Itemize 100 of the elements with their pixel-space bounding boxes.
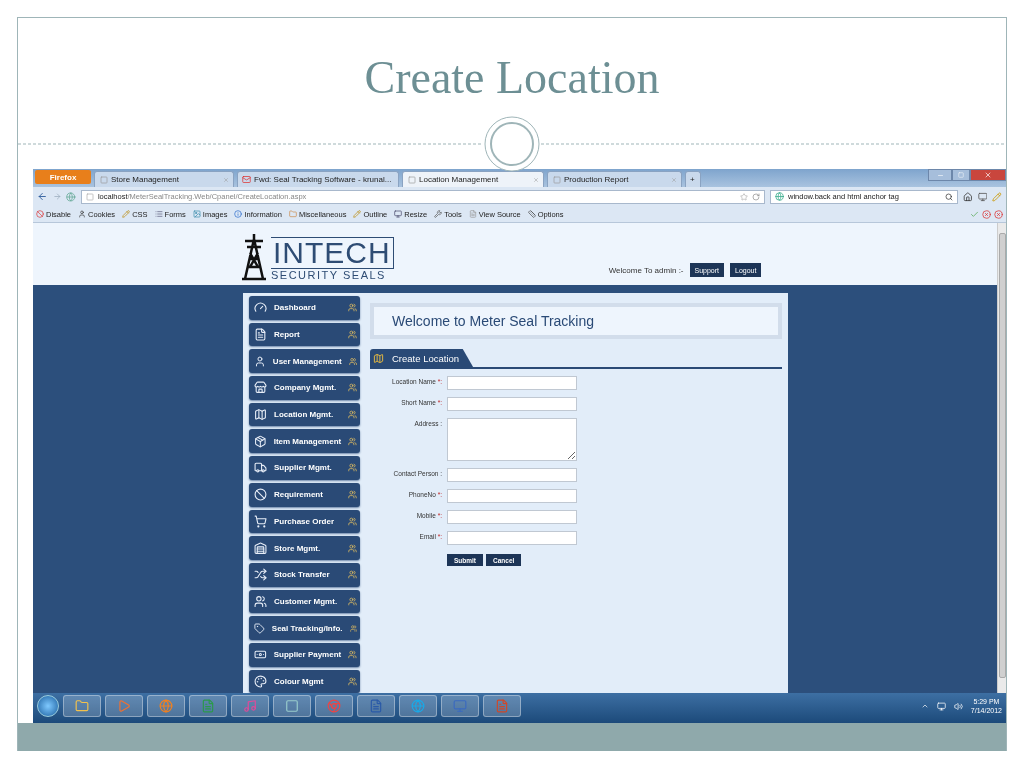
menu-item[interactable]: Location Mgmt. bbox=[249, 402, 360, 427]
taskbar-button[interactable] bbox=[105, 695, 143, 717]
store-icon bbox=[254, 381, 267, 395]
folder-icon bbox=[288, 210, 297, 218]
users-icon bbox=[348, 596, 357, 606]
home-icon[interactable] bbox=[963, 191, 973, 202]
close-icon[interactable] bbox=[533, 176, 539, 183]
taskbar-button[interactable] bbox=[63, 695, 101, 717]
menu-item[interactable]: Customer Mgmt. bbox=[249, 589, 360, 614]
tower-icon bbox=[241, 233, 267, 281]
input-field[interactable] bbox=[447, 376, 577, 390]
users-icon bbox=[348, 410, 357, 420]
chevron-icon[interactable] bbox=[920, 702, 929, 710]
computer-icon bbox=[453, 699, 467, 713]
input-field[interactable] bbox=[447, 531, 577, 545]
start-button[interactable] bbox=[37, 695, 59, 717]
browser-tab[interactable]: Fwd: Seal Tracking Software - krunal... bbox=[237, 171, 399, 187]
taskbar-button[interactable] bbox=[399, 695, 437, 717]
map-icon bbox=[373, 352, 384, 364]
disable-icon bbox=[36, 210, 44, 218]
reload-icon[interactable] bbox=[751, 192, 760, 201]
slide-title: Create Location bbox=[364, 52, 660, 104]
monitor-icon[interactable] bbox=[977, 191, 988, 202]
address-field[interactable] bbox=[447, 418, 577, 461]
welcome-banner: Welcome to Meter Seal Tracking bbox=[370, 303, 782, 339]
document-icon bbox=[468, 210, 477, 218]
menu-item[interactable]: User Management bbox=[249, 349, 360, 374]
wrench-icon bbox=[434, 210, 443, 218]
users-icon bbox=[348, 650, 357, 660]
pencil-icon bbox=[353, 210, 362, 218]
gauge-icon bbox=[254, 301, 267, 315]
input-field[interactable] bbox=[447, 489, 577, 503]
taskbar-button[interactable] bbox=[273, 695, 311, 717]
palette-icon bbox=[254, 674, 267, 688]
menu-item[interactable]: Store Mgmt. bbox=[249, 536, 360, 560]
users-icon bbox=[348, 570, 357, 580]
users-icon bbox=[348, 330, 357, 340]
input-field[interactable] bbox=[447, 510, 577, 524]
menu-item[interactable]: Purchase Order bbox=[249, 509, 360, 534]
minimize-button[interactable] bbox=[928, 169, 952, 181]
scrollbar[interactable] bbox=[997, 223, 1006, 693]
menu-item[interactable]: Company Mgmt. bbox=[249, 376, 360, 400]
slashed-circle-icon bbox=[254, 488, 267, 502]
welcome-text: Welcome To admin :- bbox=[608, 266, 684, 275]
menu-item[interactable]: Dashboard bbox=[249, 296, 360, 320]
logo-name: INTECH bbox=[271, 237, 394, 269]
menu-item[interactable]: Report bbox=[249, 322, 360, 347]
menu-item[interactable]: Seal Tracking/Info. bbox=[249, 616, 360, 640]
cart-icon bbox=[254, 514, 267, 528]
user-icon bbox=[78, 210, 86, 218]
new-tab-button[interactable]: + bbox=[685, 171, 701, 187]
users-icon bbox=[348, 676, 357, 686]
forward-icon[interactable] bbox=[52, 192, 62, 201]
globe-icon bbox=[774, 192, 784, 201]
taskbar-button[interactable] bbox=[357, 695, 395, 717]
monitor-icon bbox=[394, 210, 403, 218]
users-icon bbox=[348, 543, 357, 553]
taskbar-button[interactable] bbox=[189, 695, 227, 717]
check-icon bbox=[970, 209, 979, 219]
list-icon bbox=[154, 210, 163, 218]
info-icon bbox=[234, 210, 243, 218]
taskbar-button[interactable] bbox=[231, 695, 269, 717]
menu-item[interactable]: Supplier Mgmt. bbox=[249, 456, 360, 480]
browser-tab[interactable]: Location Management bbox=[402, 171, 544, 187]
close-icon[interactable] bbox=[223, 176, 229, 183]
error-icon bbox=[982, 209, 991, 219]
globe-icon[interactable] bbox=[66, 191, 76, 202]
arrows-icon bbox=[254, 568, 267, 582]
search-icon[interactable] bbox=[945, 192, 954, 201]
pencil-icon bbox=[122, 210, 131, 218]
input-field[interactable] bbox=[447, 468, 577, 482]
maximize-button[interactable] bbox=[952, 169, 970, 181]
circle-ornament bbox=[483, 115, 541, 173]
users-icon bbox=[254, 594, 267, 608]
page-icon bbox=[85, 192, 94, 201]
folder-icon bbox=[75, 699, 89, 713]
taskbar-button[interactable] bbox=[315, 695, 353, 717]
users-icon bbox=[348, 303, 357, 313]
pencil-icon[interactable] bbox=[992, 191, 1002, 202]
user-icon bbox=[254, 354, 266, 368]
menu-item[interactable]: Requirement bbox=[249, 482, 360, 507]
taskbar-button[interactable] bbox=[147, 695, 185, 717]
browser-tab[interactable]: Production Report bbox=[547, 171, 682, 187]
document-icon bbox=[254, 328, 267, 342]
menu-item[interactable]: Colour Mgmt bbox=[249, 669, 360, 693]
taskbar-button[interactable] bbox=[441, 695, 479, 717]
menu-item[interactable]: Stock Transfer bbox=[249, 562, 360, 587]
close-button[interactable] bbox=[970, 169, 1006, 181]
back-icon[interactable] bbox=[37, 191, 48, 202]
package-icon bbox=[254, 434, 267, 448]
error-icon bbox=[994, 209, 1003, 219]
browser-tab[interactable]: Store Management bbox=[94, 171, 234, 187]
close-icon[interactable] bbox=[671, 176, 677, 183]
speaker-icon[interactable] bbox=[953, 701, 963, 711]
taskbar-button[interactable] bbox=[483, 695, 521, 717]
input-field[interactable] bbox=[447, 397, 577, 411]
menu-item[interactable]: Supplier Payment bbox=[249, 642, 360, 667]
menu-item[interactable]: Item Management bbox=[249, 429, 360, 454]
users-icon bbox=[348, 383, 357, 393]
star-icon[interactable] bbox=[739, 192, 748, 201]
